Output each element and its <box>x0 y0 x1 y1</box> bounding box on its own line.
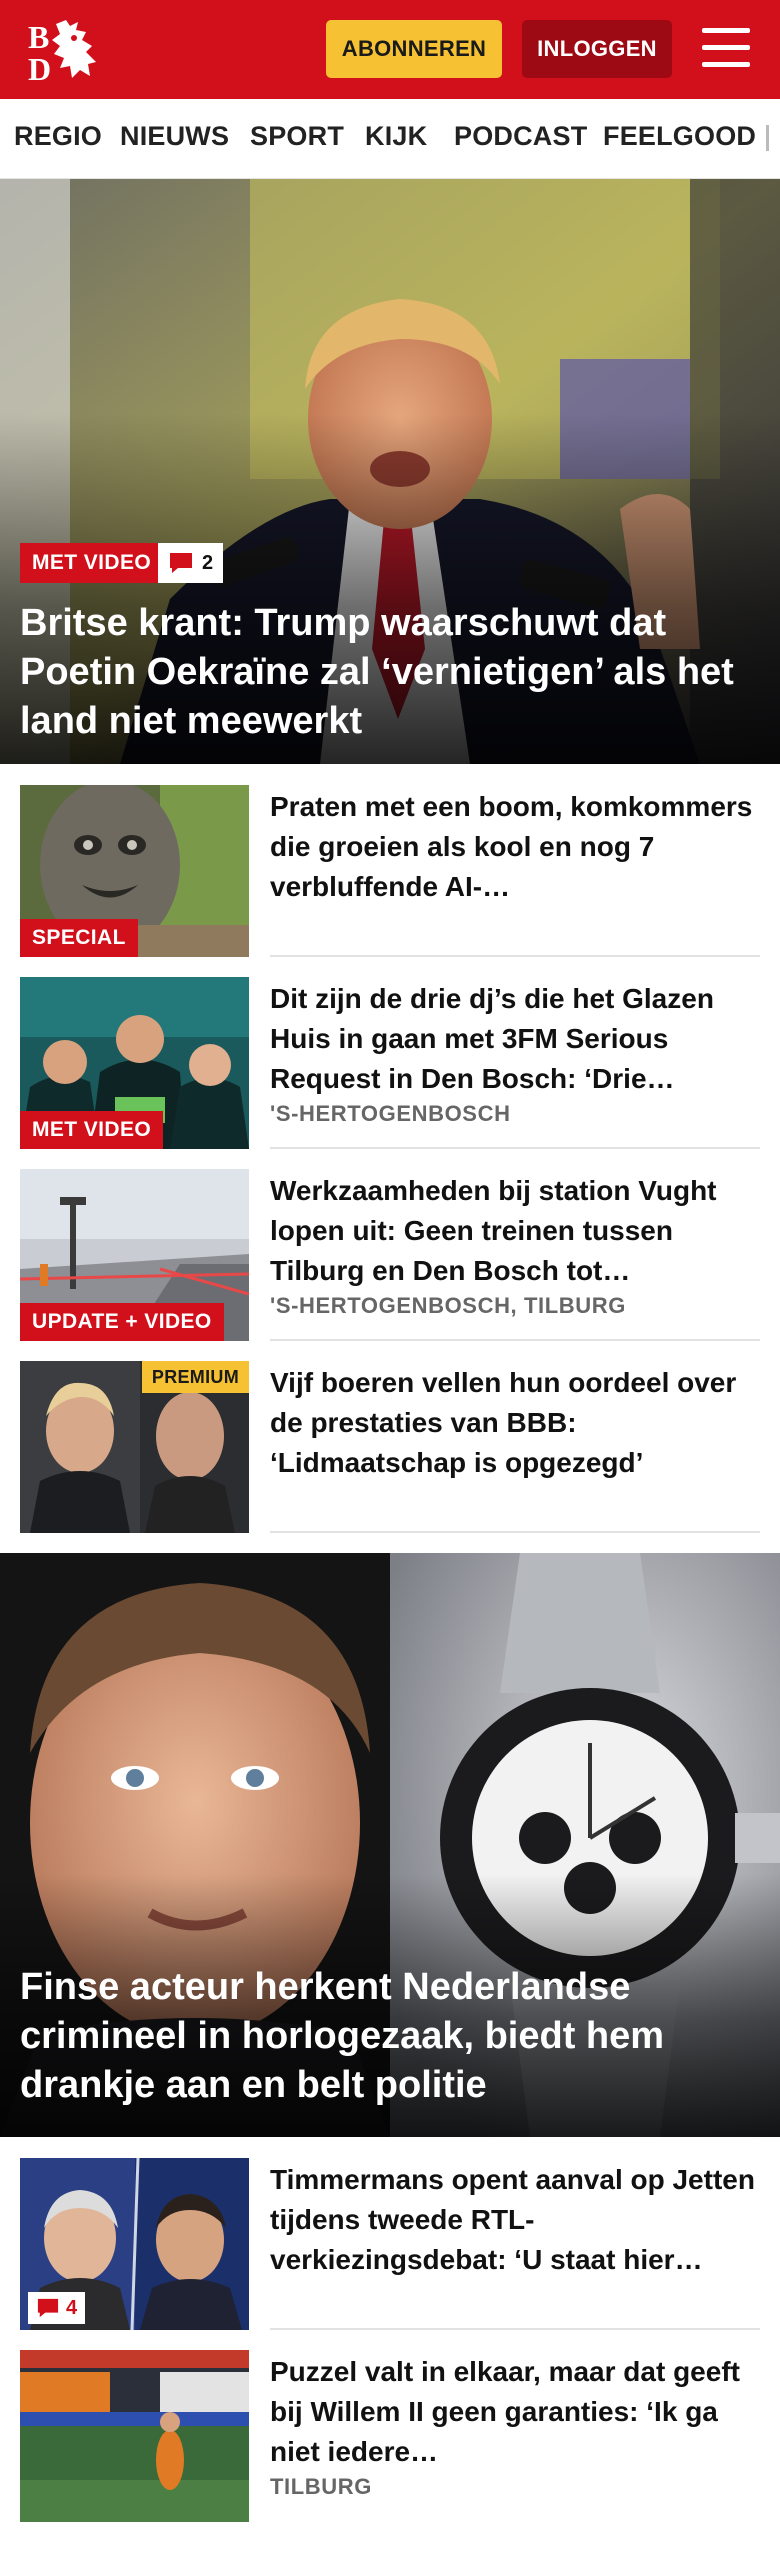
hamburger-icon[interactable] <box>700 24 752 72</box>
hero-article-watch[interactable]: Finse acteur herkent Nederlandse crimine… <box>0 1553 780 2137</box>
nav-overflow-indicator <box>766 125 769 151</box>
nav-item-nieuws[interactable]: NIEUWS <box>120 121 229 152</box>
divider <box>270 1339 760 1341</box>
article-location: 'S-HERTOGENBOSCH, TILBURG <box>270 1293 626 1318</box>
article-title[interactable]: Werkzaamheden bij station Vught lopen ui… <box>270 1171 760 1291</box>
list-item[interactable]: Puzzel valt in elkaar, maar dat geeft bi… <box>20 2350 760 2522</box>
nav-item-regio[interactable]: REGIO <box>14 121 102 152</box>
hero-article-trump[interactable]: MET VIDEO 2 Britse krant: Trump waarschu… <box>0 179 780 764</box>
divider <box>270 2328 760 2330</box>
article-thumbnail: MET VIDEO <box>20 977 249 1149</box>
article-title[interactable]: Dit zijn de drie dj’s die het Glazen Hui… <box>270 979 760 1099</box>
article-thumbnail <box>20 2350 249 2522</box>
article-title[interactable]: Praten met een boom, komkommers die groe… <box>270 787 760 907</box>
subscribe-button[interactable]: ABONNEREN <box>326 20 502 78</box>
section-nav: REGIO NIEUWS SPORT KIJK PODCAST FEELGOOD <box>0 99 780 179</box>
comment-count[interactable]: 2 <box>158 543 224 583</box>
login-button[interactable]: INLOGGEN <box>522 20 672 78</box>
article-title[interactable]: Timmermans opent aanval op Jetten tijden… <box>270 2160 760 2280</box>
comment-count-value: 2 <box>202 551 214 574</box>
nav-item-kijk[interactable]: KIJK <box>365 121 427 152</box>
list-item[interactable]: PREMIUM Vijf boeren vellen hun oordeel o… <box>20 1361 760 1533</box>
divider <box>270 1531 760 1533</box>
article-location: TILBURG <box>270 2474 372 2499</box>
comment-count[interactable]: 4 <box>28 2292 86 2324</box>
article-thumbnail: PREMIUM <box>20 1361 249 1533</box>
nav-item-feelgood[interactable]: FEELGOOD <box>603 121 756 152</box>
svg-text:B: B <box>28 19 49 55</box>
update-badge: UPDATE + VIDEO <box>20 1303 224 1341</box>
list-item[interactable]: UPDATE + VIDEO Werkzaamheden bij station… <box>20 1169 760 1341</box>
video-badge: MET VIDEO <box>20 543 164 583</box>
article-title[interactable]: Vijf boeren vellen hun oordeel over de p… <box>270 1363 760 1483</box>
list-item[interactable]: 4 Timmermans opent aanval op Jetten tijd… <box>20 2158 760 2330</box>
hero-title[interactable]: Finse acteur herkent Nederlandse crimine… <box>20 1963 750 2110</box>
special-badge: SPECIAL <box>20 919 138 957</box>
article-title[interactable]: Puzzel valt in elkaar, maar dat geeft bi… <box>270 2352 760 2472</box>
thumbnail-image-football <box>20 2350 249 2522</box>
article-thumbnail: 4 <box>20 2158 249 2330</box>
video-badge: MET VIDEO <box>20 1111 164 1149</box>
nav-item-podcast[interactable]: PODCAST <box>454 121 587 152</box>
comment-icon <box>170 553 192 573</box>
article-location: 'S-HERTOGENBOSCH <box>270 1101 511 1126</box>
article-thumbnail: SPECIAL <box>20 785 249 957</box>
bd-logo[interactable]: B D <box>26 18 116 82</box>
article-thumbnail: UPDATE + VIDEO <box>20 1169 249 1341</box>
list-item[interactable]: SPECIAL Praten met een boom, komkommers … <box>20 785 760 957</box>
list-item[interactable]: MET VIDEO Dit zijn de drie dj’s die het … <box>20 977 760 1149</box>
nav-item-sport[interactable]: SPORT <box>250 121 344 152</box>
hero-title[interactable]: Britse krant: Trump waarschuwt dat Poeti… <box>20 599 750 746</box>
divider <box>270 1147 760 1149</box>
premium-badge: PREMIUM <box>141 1361 249 1393</box>
svg-text:D: D <box>28 51 51 82</box>
comment-count-value: 4 <box>66 2296 78 2319</box>
top-bar: B D ABONNEREN INLOGGEN <box>0 0 780 99</box>
comment-icon <box>37 2298 59 2318</box>
divider <box>270 955 760 957</box>
